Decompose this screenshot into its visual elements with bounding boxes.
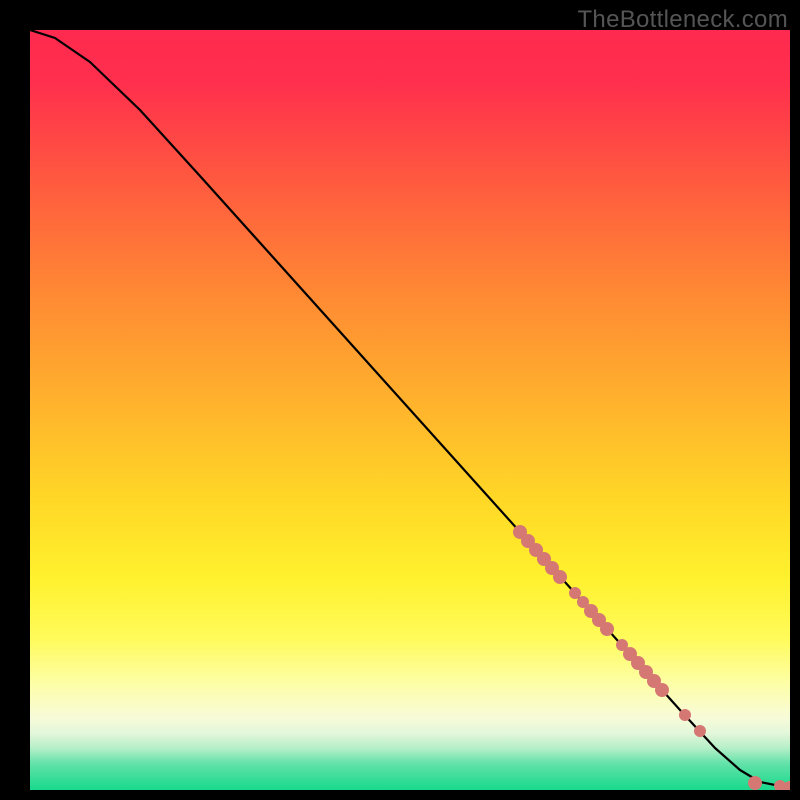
data-marker: [569, 587, 581, 599]
watermark-label: TheBottleneck.com: [577, 6, 788, 34]
data-marker: [655, 683, 669, 697]
chart-root: TheBottleneck.com: [0, 0, 800, 800]
data-marker: [600, 622, 614, 636]
bottleneck-chart: [0, 0, 800, 800]
data-marker: [553, 570, 567, 584]
data-marker: [694, 725, 706, 737]
data-marker: [679, 709, 691, 721]
data-marker: [748, 776, 762, 790]
